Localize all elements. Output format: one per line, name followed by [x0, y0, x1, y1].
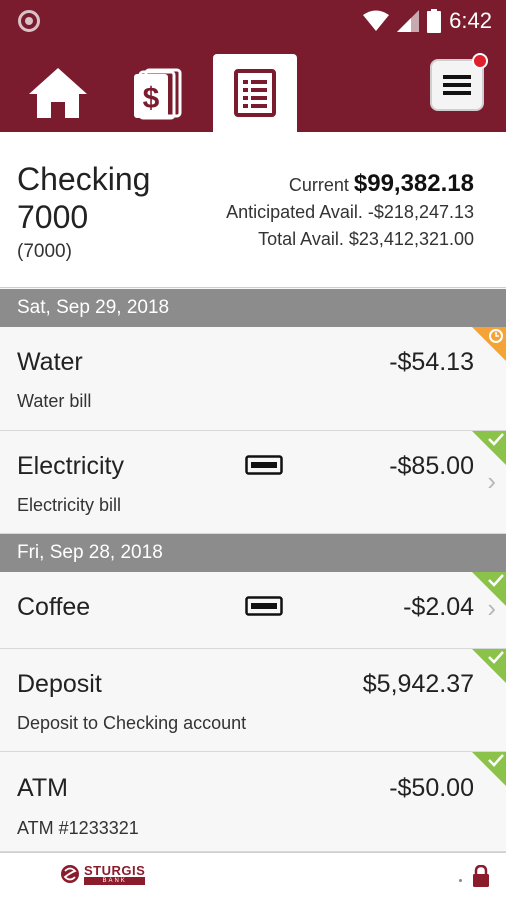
check-icon — [488, 433, 504, 446]
clock-icon — [489, 329, 503, 343]
check-icon — [488, 574, 504, 587]
current-label: Current — [288, 175, 349, 195]
transaction-description: Deposit to Checking account — [17, 713, 247, 733]
transaction-amount: -$85.00 — [389, 452, 474, 480]
footer: STURGIS BANK — [0, 852, 506, 900]
menu-button[interactable] — [430, 53, 488, 111]
top-nav: $ — [0, 42, 506, 132]
status-bar: 6:42 — [0, 0, 506, 42]
transaction-name: Electricity — [17, 452, 124, 480]
transaction-row-electricity[interactable]: Electricity Electricity bill -$85.00 › — [0, 431, 506, 534]
account-name: Checking 7000 — [17, 161, 151, 235]
transaction-description: Water bill — [17, 391, 92, 411]
tab-home[interactable] — [16, 54, 100, 132]
anticipated-label: Anticipated Avail. — [226, 202, 363, 222]
current-balance: $99,382.18 — [353, 170, 474, 197]
transaction-amount: $5,942.37 — [362, 670, 474, 698]
transaction-amount: -$50.00 — [389, 774, 474, 802]
transaction-description: Electricity bill — [17, 495, 122, 515]
lock-icon[interactable] — [472, 865, 490, 887]
transaction-amount: -$2.04 — [403, 593, 474, 621]
account-summary: Checking 7000 (7000) Current $99,382.18 … — [0, 132, 506, 288]
tab-statement[interactable] — [213, 54, 297, 132]
transaction-name: Water — [17, 348, 83, 376]
transaction-name: ATM — [17, 774, 68, 802]
transaction-amount: -$54.13 — [389, 348, 474, 376]
battery-icon — [427, 9, 442, 33]
transaction-name: Deposit — [17, 670, 102, 698]
total-label: Total Avail. — [258, 229, 344, 249]
notification-badge — [472, 53, 488, 69]
chevron-right-icon[interactable]: › — [487, 466, 496, 497]
card-icon — [245, 455, 283, 475]
transaction-row-atm[interactable]: ATM ATM #1233321 -$50.00 — [0, 752, 506, 852]
logo-subtext: BANK — [84, 876, 146, 885]
transaction-row-coffee[interactable]: Coffee -$2.04 › — [0, 572, 506, 649]
sturgis-logo-emblem-icon — [61, 865, 79, 883]
date-header: Fri, Sep 28, 2018 — [0, 534, 506, 572]
tab-transfers[interactable]: $ — [116, 54, 200, 132]
wifi-icon — [363, 10, 390, 31]
status-time: 6:42 — [449, 8, 492, 33]
hamburger-menu-icon — [443, 75, 471, 95]
svg-text:$: $ — [143, 82, 160, 115]
check-icon — [488, 651, 504, 664]
balance-summary: Current $99,382.18 Anticipated Avail. -$… — [226, 170, 474, 253]
total-balance: $23,412,321.00 — [348, 229, 474, 249]
transaction-description: ATM #1233321 — [17, 818, 139, 838]
transfer-icon: $ — [134, 68, 182, 120]
footer-dot — [459, 879, 462, 882]
account-number: (7000) — [17, 241, 72, 262]
date-header: Sat, Sep 29, 2018 — [0, 289, 506, 327]
transaction-row-water[interactable]: Water Water bill -$54.13 — [0, 327, 506, 431]
transaction-row-deposit[interactable]: Deposit Deposit to Checking account $5,9… — [0, 649, 506, 752]
cell-signal-icon — [397, 10, 420, 32]
status-indicators: 6:42 — [363, 5, 492, 37]
anticipated-balance: -$218,247.13 — [367, 202, 474, 222]
logo-text: STURGIS — [84, 862, 146, 878]
home-icon — [29, 68, 87, 118]
bank-logo: STURGIS BANK — [60, 862, 146, 885]
transaction-name: Coffee — [17, 593, 91, 621]
check-icon — [488, 754, 504, 767]
card-icon — [245, 596, 283, 616]
notification-dot-icon — [18, 10, 40, 32]
statement-icon — [234, 69, 276, 117]
